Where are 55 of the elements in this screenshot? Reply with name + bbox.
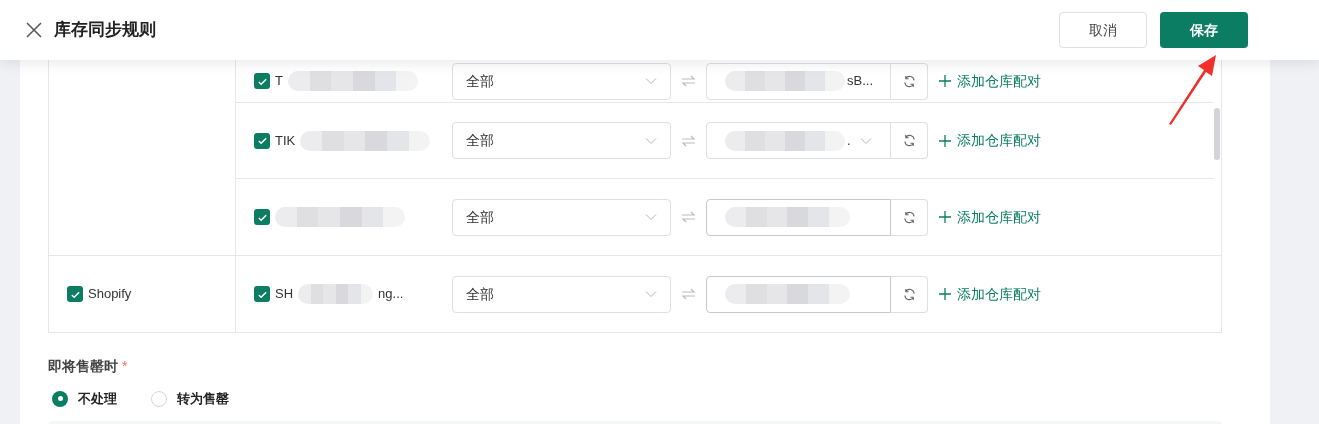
add-warehouse-pair-link[interactable]: 添加仓库配对 — [939, 206, 1041, 228]
radio-option[interactable]: 转为售罄 — [151, 389, 229, 409]
filter-select[interactable]: 全部 — [452, 198, 671, 236]
section-label: 即将售罄时 — [48, 357, 118, 376]
refresh-button[interactable] — [891, 198, 928, 236]
add-warehouse-pair-link[interactable]: 添加仓库配对 — [939, 283, 1041, 305]
chevron-down-icon — [645, 290, 657, 298]
swap-icon — [681, 288, 696, 300]
cancel-button[interactable]: 取消 — [1059, 12, 1147, 48]
swap-icon — [681, 75, 696, 87]
plus-icon — [939, 134, 951, 147]
warehouse-field[interactable] — [706, 198, 891, 236]
save-button[interactable]: 保存 — [1160, 12, 1248, 48]
store-name: ng... — [378, 285, 404, 304]
add-warehouse-pair-link[interactable]: 添加仓库配对 — [939, 130, 1041, 151]
warehouse-name: sB... — [847, 72, 873, 91]
refresh-button[interactable] — [891, 122, 928, 159]
refresh-icon — [902, 134, 916, 147]
warehouse-field[interactable]: . — [706, 122, 891, 159]
page-title: 库存同步规则 — [54, 19, 156, 42]
store-name: TIK — [275, 131, 296, 150]
refresh-button[interactable] — [891, 62, 928, 100]
refresh-icon — [902, 210, 916, 224]
required-mark: * — [122, 357, 128, 376]
refresh-icon — [902, 287, 916, 301]
platform-name: Shopify — [88, 285, 132, 304]
checkbox[interactable] — [254, 286, 270, 302]
refresh-icon — [902, 74, 916, 88]
store-name: SH — [275, 285, 294, 304]
plus-icon — [939, 211, 951, 223]
swap-icon — [681, 134, 696, 147]
chevron-down-icon — [645, 136, 657, 145]
checkbox[interactable] — [67, 286, 83, 302]
scrollbar-thumb[interactable] — [1214, 108, 1220, 160]
store-name: T — [275, 72, 283, 91]
chevron-down-icon — [645, 77, 657, 85]
refresh-button[interactable] — [891, 275, 928, 313]
warehouse-field[interactable]: sB... — [706, 62, 891, 100]
plus-icon — [939, 75, 951, 87]
radio-option[interactable]: 不处理 — [52, 389, 117, 409]
checkbox[interactable] — [254, 73, 270, 89]
warehouse-field[interactable] — [706, 275, 891, 313]
warehouse-name: . — [847, 131, 851, 150]
close-icon[interactable] — [26, 22, 42, 38]
filter-select[interactable]: 全部 — [452, 62, 671, 100]
add-warehouse-pair-link[interactable]: 添加仓库配对 — [939, 70, 1041, 92]
swap-icon — [681, 211, 696, 223]
filter-select[interactable]: 全部 — [452, 275, 671, 313]
chevron-down-icon — [860, 136, 872, 145]
checkbox[interactable] — [254, 209, 270, 225]
check-icon — [256, 135, 268, 146]
filter-select[interactable]: 全部 — [452, 122, 671, 159]
checkbox[interactable] — [254, 132, 270, 149]
chevron-down-icon — [645, 213, 657, 221]
plus-icon — [939, 288, 951, 300]
